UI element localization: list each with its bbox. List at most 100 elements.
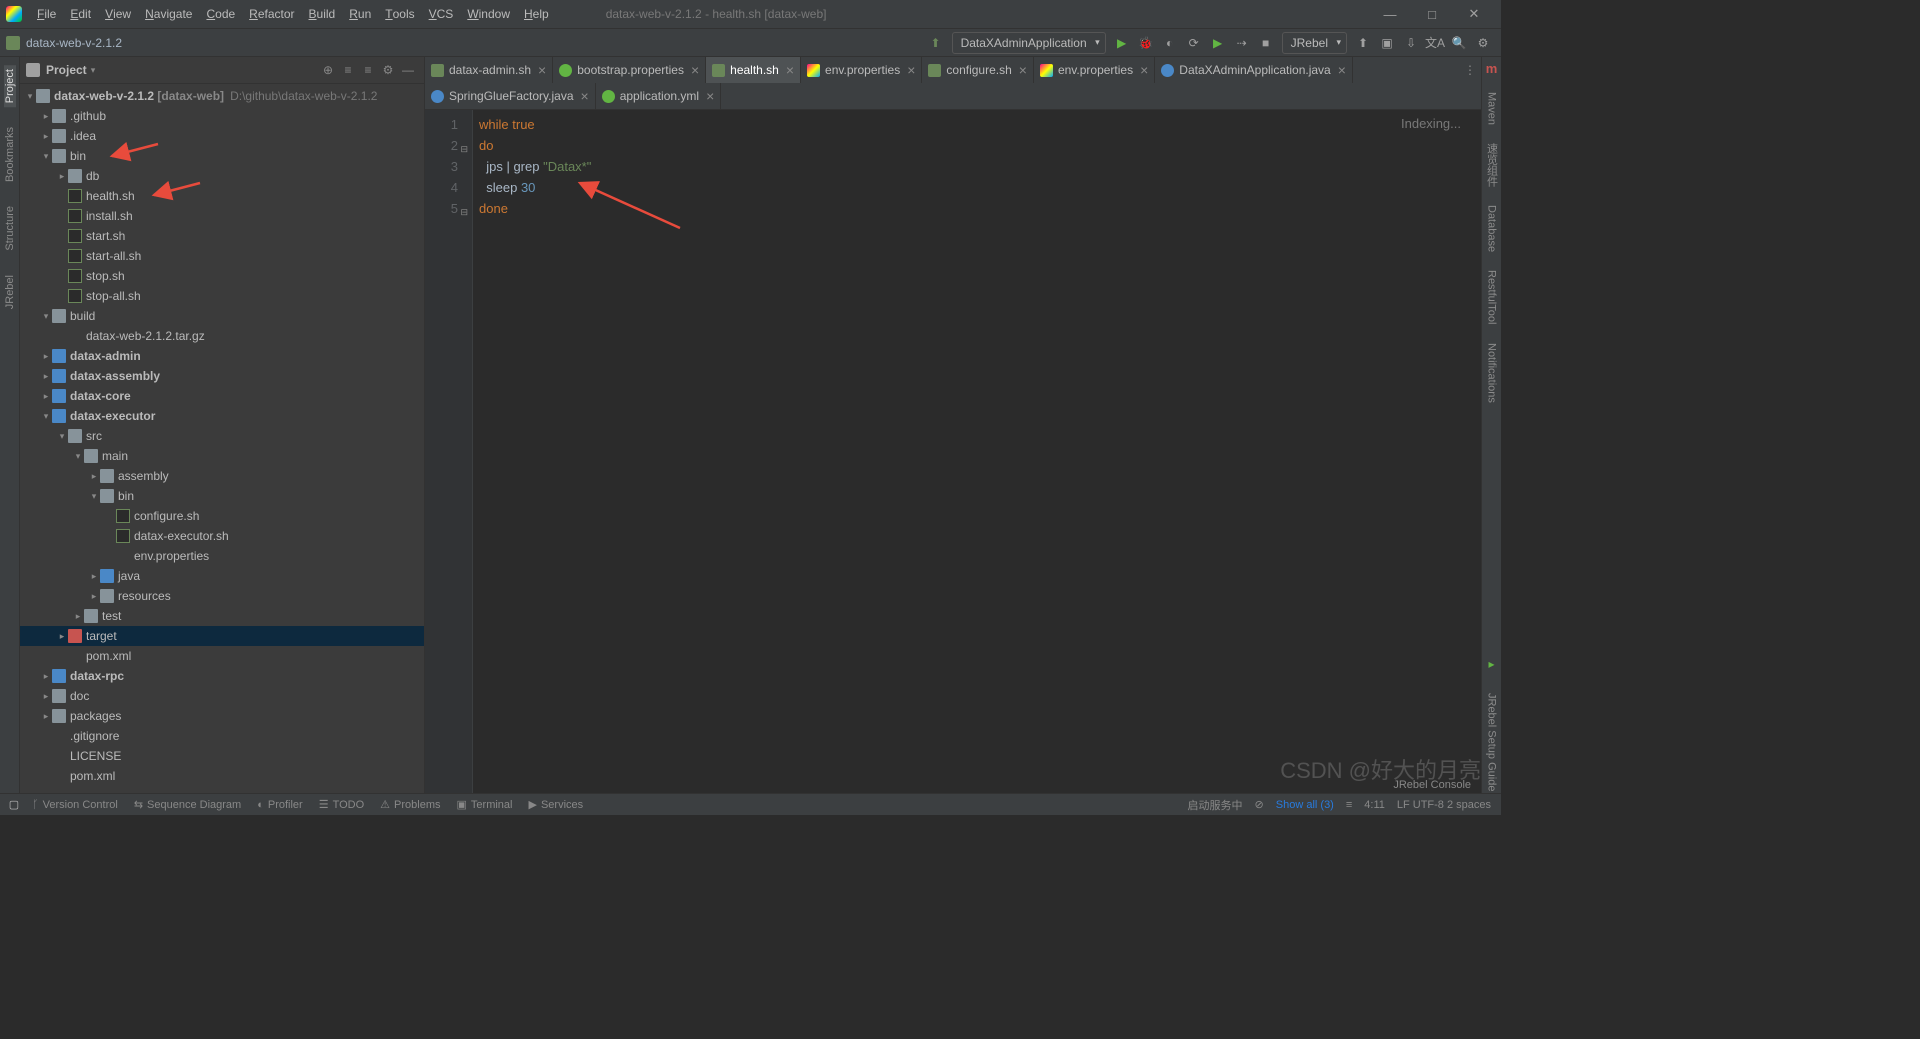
tree-node[interactable]: datax-executor.sh — [20, 526, 424, 546]
editor-text[interactable]: while truedo jps | grep "Datax*" sleep 3… — [473, 110, 1481, 793]
editor-tab[interactable]: SpringGlueFactory.java× — [425, 83, 596, 109]
tree-node[interactable]: datax-web-2.1.2.tar.gz — [20, 326, 424, 346]
jrebel-setup-icon[interactable]: ▸ — [1488, 657, 1494, 671]
status-seqdiag[interactable]: ⇆Sequence Diagram — [126, 798, 249, 811]
menu-tools[interactable]: Tools — [378, 0, 421, 28]
right-tab-database[interactable]: Database — [1486, 203, 1498, 254]
close-tab-icon[interactable]: × — [706, 88, 714, 104]
sidebar-title[interactable]: Project — [46, 63, 87, 77]
coverage-button[interactable]: ◐ — [1160, 33, 1180, 53]
menu-build[interactable]: Build — [302, 0, 343, 28]
close-button[interactable]: ✕ — [1453, 6, 1495, 22]
status-jrebel-console[interactable]: JRebel Console — [1385, 779, 1479, 791]
right-tab-preview[interactable]: 速览组件 — [1484, 141, 1500, 189]
menu-edit[interactable]: Edit — [63, 0, 98, 28]
tree-node[interactable]: ▾datax-executor — [20, 406, 424, 426]
run-config-combo[interactable]: DataXAdminApplication — [952, 32, 1106, 54]
close-tab-icon[interactable]: × — [581, 88, 589, 104]
menu-run[interactable]: Run — [342, 0, 378, 28]
search-icon[interactable]: 🔍 — [1449, 33, 1469, 53]
status-services[interactable]: ▶Services — [521, 798, 592, 811]
menu-help[interactable]: Help — [517, 0, 556, 28]
tree-node[interactable]: configure.sh — [20, 506, 424, 526]
status-server[interactable]: 启动服务中 — [1182, 797, 1249, 813]
stop-button[interactable]: ■ — [1256, 33, 1276, 53]
status-todo[interactable]: ☰TODO — [311, 798, 372, 811]
select-opened-icon[interactable]: ⊕ — [318, 63, 338, 77]
tree-node[interactable]: ▸datax-admin — [20, 346, 424, 366]
right-tab-notify[interactable]: Notifications — [1486, 341, 1498, 405]
menu-refactor[interactable]: Refactor — [242, 0, 301, 28]
run2-button[interactable]: ▶ — [1208, 33, 1228, 53]
minimize-button[interactable]: — — [1369, 7, 1411, 22]
maximize-button[interactable]: □ — [1411, 7, 1453, 22]
editor-tab[interactable]: env.properties× — [801, 57, 922, 83]
tree-node[interactable]: .gitignore — [20, 726, 424, 746]
tree-node[interactable]: ▸doc — [20, 686, 424, 706]
status-enc[interactable]: LF UTF-8 2 spaces — [1391, 799, 1497, 811]
tree-node[interactable]: ▸datax-assembly — [20, 366, 424, 386]
editor-tab[interactable]: health.sh× — [706, 57, 801, 83]
status-showall[interactable]: Show all (3) — [1270, 799, 1340, 811]
right-tab-maven[interactable]: Maven — [1486, 90, 1498, 127]
menu-file[interactable]: File — [30, 0, 63, 28]
status-pos[interactable]: 4:11 — [1358, 799, 1391, 811]
menu-navigate[interactable]: Navigate — [138, 0, 199, 28]
tree-node[interactable]: stop-all.sh — [20, 286, 424, 306]
editor-tab[interactable]: DataXAdminApplication.java× — [1155, 57, 1353, 83]
tree-node[interactable]: install.sh — [20, 206, 424, 226]
build-icon[interactable]: ⬆ — [926, 33, 946, 53]
close-tab-icon[interactable]: × — [1338, 62, 1346, 78]
git-pull-icon[interactable]: ⇩ — [1401, 33, 1421, 53]
left-tab-project[interactable]: Project — [4, 65, 16, 107]
tree-node[interactable]: ▸datax-rpc — [20, 666, 424, 686]
breadcrumb[interactable]: datax-web-v-2.1.2 — [26, 36, 924, 50]
menu-view[interactable]: View — [98, 0, 138, 28]
sidebar-settings-icon[interactable]: ⚙ — [378, 63, 398, 77]
editor-tab[interactable]: configure.sh× — [922, 57, 1034, 83]
sidebar-dropdown-icon[interactable]: ▾ — [91, 65, 96, 76]
tree-node[interactable]: pom.xml — [20, 766, 424, 786]
close-tab-icon[interactable]: × — [1140, 62, 1148, 78]
close-tab-icon[interactable]: × — [691, 62, 699, 78]
expand-all-icon[interactable]: ≡ — [338, 63, 358, 77]
tree-node[interactable]: ▸resources — [20, 586, 424, 606]
status-profiler[interactable]: ◐Profiler — [249, 799, 311, 811]
tree-node[interactable]: ▾bin — [20, 146, 424, 166]
tree-node[interactable]: ▾bin — [20, 486, 424, 506]
editor-tab[interactable]: bootstrap.properties× — [553, 57, 706, 83]
tree-node[interactable]: ▸target — [20, 626, 424, 646]
tree-node[interactable]: ▾main — [20, 446, 424, 466]
tree-node[interactable]: env.properties — [20, 546, 424, 566]
profile-button[interactable]: ⟳ — [1184, 33, 1204, 53]
debug-button[interactable]: 🐞 — [1136, 33, 1156, 53]
editor-tab[interactable]: datax-admin.sh× — [425, 57, 553, 83]
close-tab-icon[interactable]: × — [907, 62, 915, 78]
tree-node[interactable]: ▸test — [20, 606, 424, 626]
tree-node[interactable]: ▸db — [20, 166, 424, 186]
status-err-icon[interactable]: ⊘ — [1249, 798, 1270, 811]
tree-node[interactable]: ▸packages — [20, 706, 424, 726]
left-tab-bookmarks[interactable]: Bookmarks — [4, 123, 16, 186]
tree-node[interactable]: ▾build — [20, 306, 424, 326]
tree-node[interactable]: ▸.idea — [20, 126, 424, 146]
tree-node[interactable]: ▸java — [20, 566, 424, 586]
editor-gutter[interactable]: 12⊟345⊟ — [425, 110, 473, 793]
maven-m-icon[interactable]: m — [1486, 61, 1498, 76]
jrebel-debug-icon[interactable]: ▣ — [1377, 33, 1397, 53]
tree-node[interactable]: ▸datax-core — [20, 386, 424, 406]
tree-node[interactable]: start-all.sh — [20, 246, 424, 266]
status-problems[interactable]: ⚠Problems — [372, 798, 448, 811]
hide-sidebar-icon[interactable]: — — [398, 63, 418, 77]
run-button[interactable]: ▶ — [1112, 33, 1132, 53]
tree-node[interactable]: pom.xml — [20, 646, 424, 666]
editor-tab[interactable]: application.yml× — [596, 83, 722, 109]
jrebel-combo[interactable]: JRebel — [1282, 32, 1347, 54]
close-tab-icon[interactable]: × — [786, 62, 794, 78]
translate-icon[interactable]: 文A — [1425, 33, 1445, 53]
tree-node[interactable]: ▾src — [20, 426, 424, 446]
collapse-all-icon[interactable]: ≡ — [358, 63, 378, 77]
tree-node[interactable]: start.sh — [20, 226, 424, 246]
project-tree[interactable]: ▾datax-web-v-2.1.2 [datax-web]D:\github\… — [20, 84, 424, 793]
menu-code[interactable]: Code — [199, 0, 242, 28]
